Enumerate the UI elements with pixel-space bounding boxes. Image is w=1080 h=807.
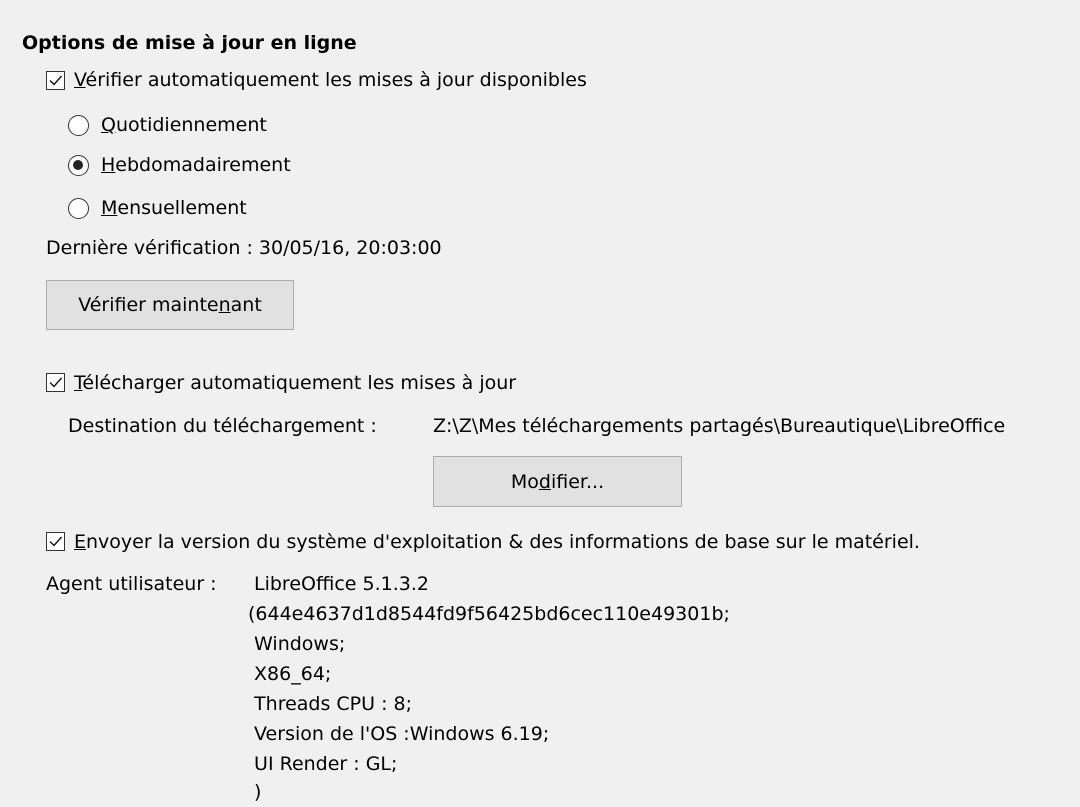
radio-selected-dot [73,160,83,170]
user-agent-line: Version de l'OS :Windows 6.19; [248,723,550,745]
radio-monthly-label[interactable]: Mensuellement [101,196,247,220]
user-agent-line: LibreOffice 5.1.3.2 [254,573,429,595]
radio-monthly[interactable] [68,198,89,219]
section-title: Options de mise à jour en ligne [22,32,357,54]
radio-weekly-label[interactable]: Hebdomadairement [101,153,291,177]
radio-daily-label[interactable]: Quotidiennement [101,113,267,137]
user-agent-line: Windows; [248,633,346,655]
user-agent-line: (644e4637d1d8544fd9f56425bd6cec110e49301… [248,603,730,625]
checkmark-icon [49,536,63,547]
download-destination-path: Z:\Z\Mes téléchargements partagés\Bureau… [433,415,1006,437]
radio-daily[interactable] [68,115,89,136]
check-now-button[interactable]: Vérifier mainte n ant [46,280,294,330]
checkmark-icon [49,75,63,86]
user-agent-line: X86_64; [248,663,332,685]
download-destination-label: Destination du téléchargement : [68,415,377,437]
auto-download-label[interactable]: Télécharger automatiquement les mises à … [74,371,516,395]
user-agent-line: UI Render : GL; [248,753,398,775]
user-agent-label: Agent utilisateur : [46,573,217,595]
auto-check-label[interactable]: Vérifier automatiquement les mises à jou… [74,68,587,92]
user-agent-line: ) [248,781,262,803]
modify-button[interactable]: Mo d ifier... [433,456,682,507]
user-agent-line: Threads CPU : 8; [248,693,413,715]
checkmark-icon [49,377,63,388]
auto-check-checkbox[interactable] [46,71,65,90]
send-os-info-checkbox[interactable] [46,532,65,551]
last-check-text: Dernière vérification : 30/05/16, 20:03:… [46,237,442,259]
send-os-info-label[interactable]: Envoyer la version du système d'exploita… [74,530,920,554]
auto-download-checkbox[interactable] [46,373,65,392]
radio-weekly[interactable] [68,155,89,176]
